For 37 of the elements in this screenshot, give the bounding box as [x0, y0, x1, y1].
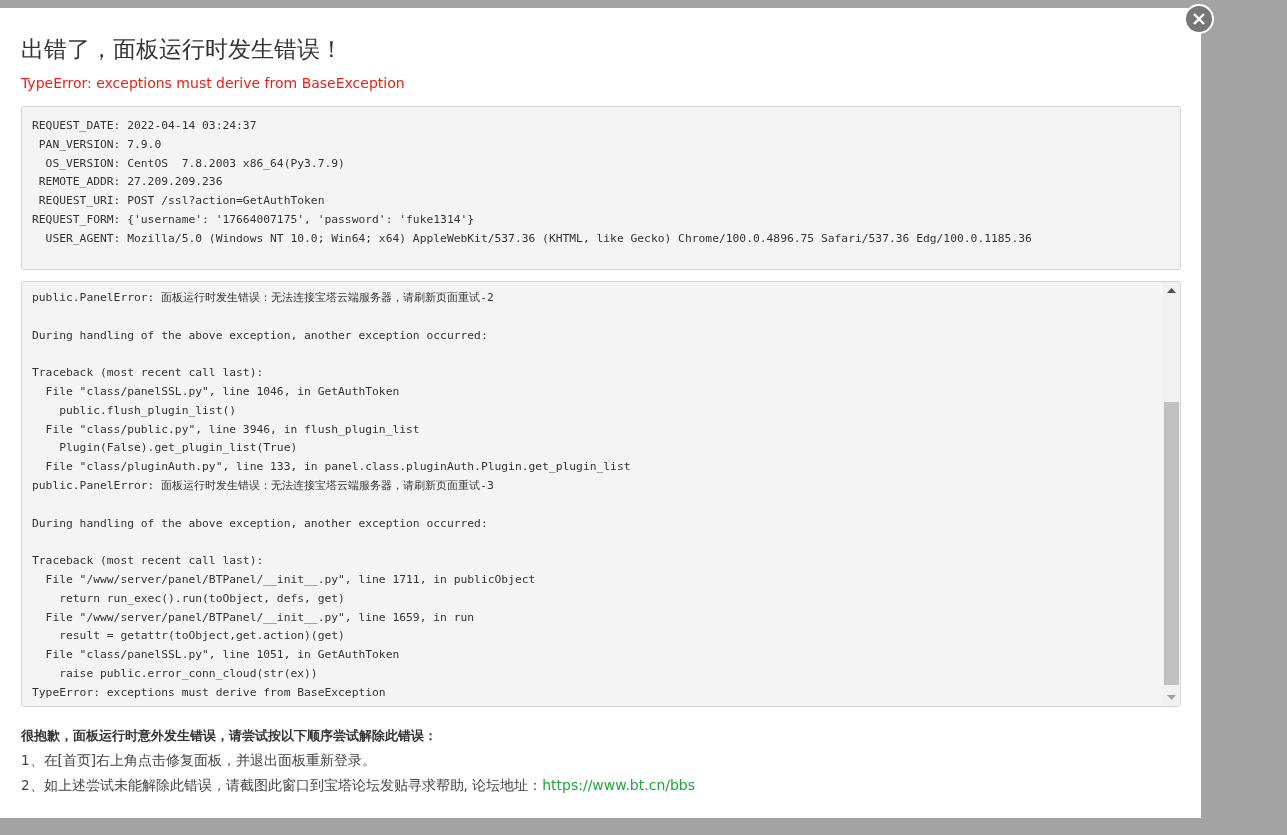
code-line: return run_exec().run(toObject, defs, get): [58, 590, 346, 607]
code-line: Traceback (most recent call last):: [32, 365, 265, 382]
code-line: PAN_VERSION: 7.9.0: [37, 136, 163, 153]
error-message: TypeError: exceptions must derive from BaseException: [21, 74, 406, 92]
code-line: File "class/panelSSL.py", line 1046, in GetAuthToken: [44, 384, 401, 400]
scroll-down-icon[interactable]: [1167, 695, 1176, 700]
dialog-title: 出错了，面板运行时发生错误！: [21, 35, 344, 64]
help-step: 2、如上述尝试未能解除此错误，请截图此窗口到宝塔论坛发贴寻求帮助, 论坛地址：https://www.bt.cn/bbs: [21, 775, 1181, 795]
scroll-up-icon[interactable]: [1167, 288, 1176, 293]
scrollbar-thumb[interactable]: [1164, 402, 1179, 685]
code-line: During handling of the above exception, another exception occurred:: [32, 515, 489, 532]
forum-link[interactable]: https://www.bt.cn/bbs: [542, 777, 696, 793]
code-line: REMOTE_ADDR: 27.209.209.236: [37, 174, 224, 191]
code-line: raise public.error_conn_cloud(str(ex)): [58, 665, 319, 682]
code-line: OS_VERSION: CentOS 7.8.2003 x86_64(Py3.7.9): [44, 155, 346, 172]
code-line: File "/www/server/panel/BTPanel/__init__.py", line 1711, in publicObject: [44, 571, 537, 588]
scrollbar[interactable]: [1163, 282, 1180, 706]
code-line: public.PanelError: 面板运行时发生错误：无法连接宝塔云端服务器，请刷新页面重试-3: [32, 477, 495, 494]
code-line: Traceback (most recent call last):: [32, 553, 265, 570]
close-button[interactable]: [1184, 4, 1214, 34]
code-line: USER_AGENT: Mozilla/5.0 (Windows NT 10.0; Win64; x64) AppleWebKit/537.36 (KHTML, like Gecko) Chrome/100.0.4896.75 Safari/537.36 Edg/100.0.1185.36: [44, 230, 1033, 247]
code-line: public.flush_plugin_list(): [58, 402, 238, 419]
code-line: File "class/panelSSL.py", line 1051, in GetAuthToken: [44, 647, 401, 664]
code-line: result = getattr(toObject,get.action)(get): [58, 628, 346, 645]
code-line: REQUEST_FORM: {'username': '17664007175', 'password': 'fuke1314'}: [32, 212, 476, 228]
code-line: Plugin(False).get_plugin_list(True): [58, 440, 299, 457]
help-step: 1、在[首页]右上角点击修复面板，并退出面板重新登录。: [21, 750, 1181, 770]
code-line: REQUEST_URI: POST /ssl?action=GetAuthToken: [37, 193, 326, 210]
code-line: public.PanelError: 面板运行时发生错误：无法连接宝塔云端服务器，请刷新页面重试-2: [32, 290, 495, 306]
code-line: File "/www/server/panel/BTPanel/__init__.py", line 1659, in run: [44, 609, 476, 626]
code-line: File "class/pluginAuth.py", line 133, in panel.class.pluginAuth.Plugin.get_plugin_list: [44, 459, 632, 476]
code-line: TypeError: exceptions must derive from BaseException: [32, 684, 387, 701]
code-line: During handling of the above exception, another exception occurred:: [32, 327, 489, 344]
code-line: REQUEST_DATE: 2022-04-14 03:24:37: [32, 118, 258, 134]
close-icon: [1193, 13, 1205, 25]
code-line: File "class/public.py", line 3946, in flush_plugin_list: [44, 421, 421, 438]
help-heading: 很抱歉，面板运行时意外发生错误，请尝试按以下顺序尝试解除此错误：: [21, 727, 438, 745]
